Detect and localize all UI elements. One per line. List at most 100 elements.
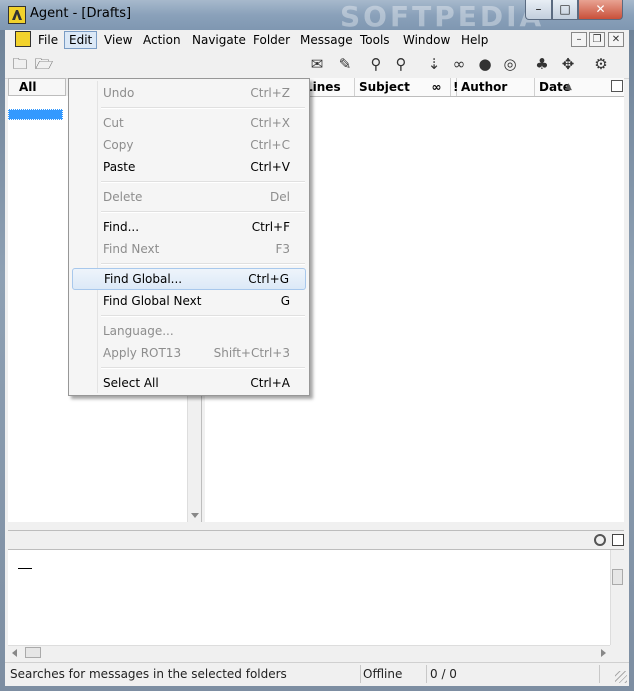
- menu-item-delete[interactable]: Delete Del: [72, 186, 306, 208]
- selected-folder[interactable]: [8, 109, 63, 120]
- preview-horizontal-scrollbar[interactable]: [8, 645, 610, 659]
- menu-item-label: Paste: [103, 160, 136, 174]
- menu-item-undo[interactable]: Undo Ctrl+Z: [72, 82, 306, 104]
- menu-view[interactable]: View: [100, 31, 136, 49]
- menu-item-label: Undo: [103, 86, 135, 100]
- menu-item-label: Cut: [103, 116, 124, 130]
- menu-item-apply-rot13[interactable]: Apply ROT13 Shift+Ctrl+3: [72, 342, 306, 364]
- menu-item-cut[interactable]: Cut Ctrl+X: [72, 112, 306, 134]
- mdi-restore-button[interactable]: ❐: [589, 32, 605, 47]
- menu-item-language[interactable]: Language...: [72, 320, 306, 342]
- window-close-button[interactable]: ✕: [578, 0, 623, 20]
- edit-menu-dropdown: Undo Ctrl+Z Cut Ctrl+X Copy Ctrl+C Paste…: [68, 78, 310, 396]
- menu-item-shortcut: Ctrl+V: [250, 160, 290, 174]
- preview-options-icon[interactable]: [594, 534, 606, 546]
- menu-item-shortcut: Ctrl+G: [248, 272, 289, 286]
- menu-item-shortcut: Ctrl+C: [250, 138, 290, 152]
- menu-item-find-next[interactable]: Find Next F3: [72, 238, 306, 260]
- mark-icon[interactable]: ◎: [500, 54, 520, 74]
- menu-item-shortcut: Ctrl+X: [250, 116, 290, 130]
- link-icon[interactable]: ∞: [449, 54, 469, 74]
- document-icon[interactable]: [15, 31, 31, 47]
- menu-folder[interactable]: Folder: [249, 31, 294, 49]
- menu-separator: [101, 367, 305, 369]
- menu-item-label: Find Global Next: [103, 294, 202, 308]
- scroll-down-arrow-icon[interactable]: [191, 513, 199, 518]
- app-window: Agent - [Drafts] SOFTPEDIA – □ ✕ File Ed…: [0, 0, 634, 691]
- column-author[interactable]: Author: [457, 78, 535, 96]
- window-maximize-button[interactable]: □: [552, 0, 578, 20]
- window-minimize-button[interactable]: –: [525, 0, 552, 20]
- menu-item-shortcut: G: [280, 294, 290, 308]
- next-icon[interactable]: ⇣: [424, 54, 444, 74]
- expand-icon[interactable]: ✥: [558, 54, 578, 74]
- menu-item-label: Find Global...: [104, 272, 183, 286]
- settings-icon[interactable]: ⚙: [591, 54, 611, 74]
- find-global-icon[interactable]: ⚲: [391, 54, 411, 74]
- new-post-icon[interactable]: ✉: [307, 54, 327, 74]
- scroll-right-arrow-icon[interactable]: [601, 649, 606, 657]
- status-divider: [360, 665, 361, 683]
- resize-grip-icon[interactable]: [615, 671, 627, 683]
- menu-edit[interactable]: Edit: [64, 31, 98, 49]
- sort-ascending-icon: ▲: [565, 82, 572, 92]
- mdi-close-button[interactable]: ✕: [608, 32, 624, 47]
- menu-window[interactable]: Window: [399, 31, 454, 49]
- pane-splitter[interactable]: [8, 522, 624, 530]
- menu-help[interactable]: Help: [457, 31, 492, 49]
- menu-navigate[interactable]: Navigate: [188, 31, 250, 49]
- scroll-left-arrow-icon[interactable]: [12, 649, 17, 657]
- preview-hscroll-thumb[interactable]: [25, 647, 41, 658]
- mdi-minimize-button[interactable]: –: [571, 32, 587, 47]
- menu-separator: [101, 263, 305, 265]
- preview-maximize-button[interactable]: [612, 534, 624, 546]
- menu-separator: [101, 211, 305, 213]
- menu-item-find-global[interactable]: Find Global... Ctrl+G: [72, 268, 306, 290]
- preview-pane-header: [8, 530, 624, 550]
- preview-pane[interactable]: [8, 550, 610, 645]
- toolbar: 🗀 🗁 ✉ ✎ ⚲ ⚲ ⇣ ∞ ● ◎ ♣ ✥ ⚙: [5, 50, 629, 79]
- menu-item-paste[interactable]: Paste Ctrl+V: [72, 156, 306, 178]
- agent-app-icon[interactable]: [8, 6, 26, 24]
- watermark: SOFTPEDIA: [340, 0, 545, 33]
- menu-item-shortcut: Ctrl+F: [251, 220, 290, 234]
- menu-item-find-global-next[interactable]: Find Global Next G: [72, 290, 306, 312]
- menu-item-label: Language...: [103, 324, 174, 338]
- preview-vscroll-thumb[interactable]: [612, 569, 623, 585]
- status-divider: [599, 665, 600, 683]
- menu-item-label: Apply ROT13: [103, 346, 182, 360]
- folder-refresh-icon[interactable]: 🗁: [34, 54, 54, 74]
- menu-bar: File Edit View Action Navigate Folder Me…: [5, 30, 629, 50]
- preview-vertical-scrollbar[interactable]: [610, 550, 624, 645]
- menu-message[interactable]: Message: [296, 31, 357, 49]
- menu-file[interactable]: File: [34, 31, 62, 49]
- menu-item-copy[interactable]: Copy Ctrl+C: [72, 134, 306, 156]
- status-message: Searches for messages in the selected fo…: [10, 667, 287, 681]
- menu-item-label: Select All: [103, 376, 159, 390]
- skip-icon[interactable]: ●: [475, 54, 495, 74]
- menu-item-select-all[interactable]: Select All Ctrl+A: [72, 372, 306, 394]
- menu-separator: [101, 181, 305, 183]
- status-mode: Offline: [363, 667, 403, 681]
- status-bar: Searches for messages in the selected fo…: [5, 662, 629, 685]
- menu-item-label: Delete: [103, 190, 143, 204]
- menu-item-shortcut: Shift+Ctrl+3: [213, 346, 290, 360]
- folder-pane-header[interactable]: All Folders: [8, 78, 66, 96]
- column-subject[interactable]: Subject: [355, 78, 423, 96]
- menu-item-shortcut: Ctrl+Z: [250, 86, 290, 100]
- menu-item-find[interactable]: Find... Ctrl+F: [72, 216, 306, 238]
- binoculars-icon[interactable]: ∞: [423, 78, 451, 96]
- window-title: Agent - [Drafts]: [30, 6, 132, 21]
- reply-icon[interactable]: ✎: [335, 54, 355, 74]
- menu-tools[interactable]: Tools: [356, 31, 394, 49]
- menu-action[interactable]: Action: [139, 31, 185, 49]
- menu-item-label: Copy: [103, 138, 134, 152]
- title-bar: Agent - [Drafts] SOFTPEDIA – □ ✕: [0, 0, 634, 33]
- tree-icon[interactable]: ♣: [532, 54, 552, 74]
- pane-options-button[interactable]: [611, 80, 623, 92]
- menu-item-label: Find...: [103, 220, 140, 234]
- menu-item-label: Find Next: [103, 242, 160, 256]
- find-icon[interactable]: ⚲: [366, 54, 386, 74]
- menu-item-shortcut: Ctrl+A: [250, 376, 290, 390]
- folder-open-icon[interactable]: 🗀: [10, 54, 30, 74]
